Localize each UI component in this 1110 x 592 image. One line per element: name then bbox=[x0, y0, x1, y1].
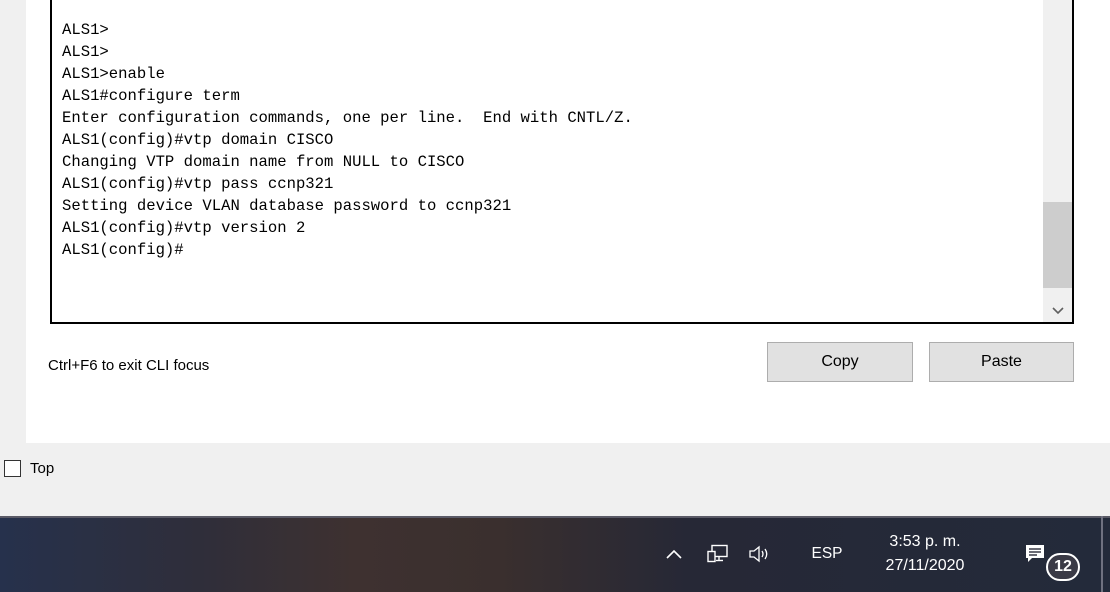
top-checkbox[interactable] bbox=[4, 460, 21, 477]
clock-date: 27/11/2020 bbox=[885, 557, 965, 574]
notification-badge: 12 bbox=[1046, 553, 1080, 581]
chevron-up-icon[interactable] bbox=[659, 516, 689, 592]
cli-output[interactable]: ALS1> ALS1> ALS1>enable ALS1#configure t… bbox=[62, 19, 633, 261]
scrollbar-thumb[interactable] bbox=[1043, 202, 1072, 288]
clock-time: 3:53 p. m. bbox=[889, 533, 961, 550]
cli-window: ALS1> ALS1> ALS1>enable ALS1#configure t… bbox=[0, 0, 1110, 516]
cli-console[interactable]: ALS1> ALS1> ALS1>enable ALS1#configure t… bbox=[50, 0, 1074, 324]
language-indicator[interactable]: ESP bbox=[804, 516, 850, 592]
chevron-down-icon[interactable] bbox=[1043, 300, 1072, 322]
top-checkbox-row[interactable]: Top bbox=[4, 460, 54, 477]
taskbar-edge bbox=[1101, 516, 1103, 592]
network-icon[interactable] bbox=[700, 516, 736, 592]
cli-focus-hint: Ctrl+F6 to exit CLI focus bbox=[48, 357, 210, 374]
paste-button[interactable]: Paste bbox=[929, 342, 1074, 382]
taskbar: ESP 3:53 p. m. 27/11/2020 12 bbox=[0, 516, 1110, 592]
volume-icon[interactable] bbox=[741, 516, 777, 592]
cli-scrollbar[interactable] bbox=[1043, 0, 1072, 322]
top-checkbox-label: Top bbox=[30, 460, 55, 477]
copy-button[interactable]: Copy bbox=[767, 342, 913, 382]
clock[interactable]: 3:53 p. m. 27/11/2020 bbox=[870, 516, 980, 592]
